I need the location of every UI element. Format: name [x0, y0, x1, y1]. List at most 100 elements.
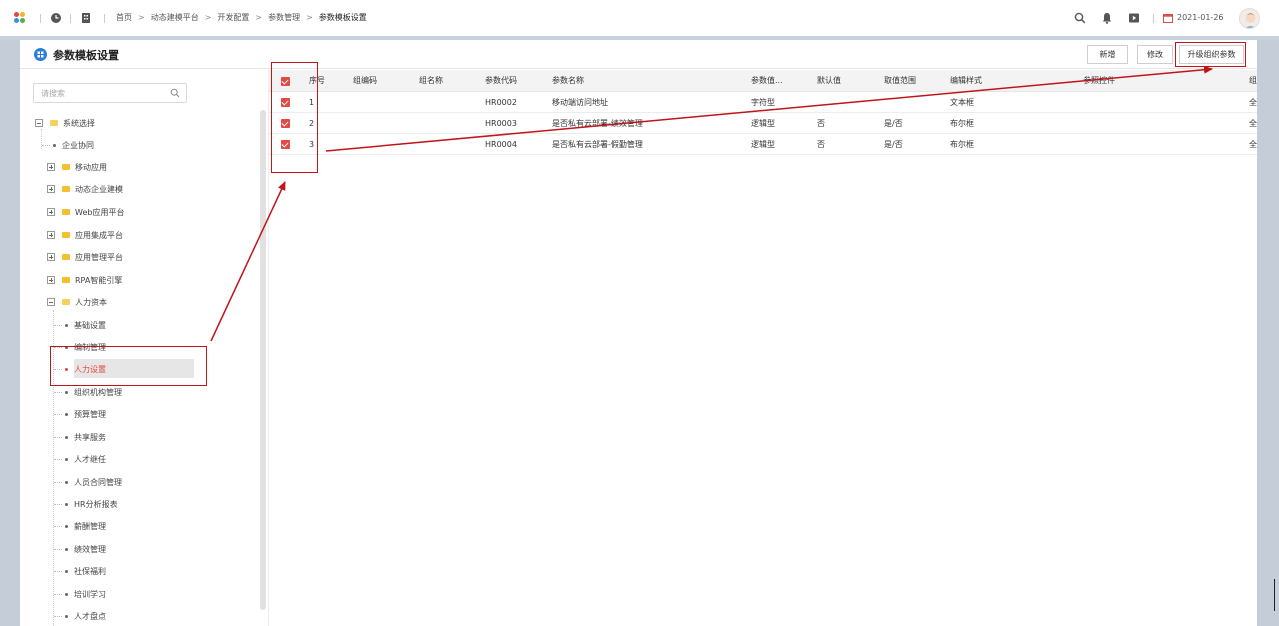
tree-node-integration-platform[interactable]: 应用集成平台 [47, 228, 123, 242]
expand-icon[interactable] [47, 185, 55, 193]
tree-node-management-platform[interactable]: 应用管理平台 [47, 250, 123, 264]
tree-node-mobile-app[interactable]: 移动应用 [47, 160, 107, 174]
tree-leaf[interactable]: 预算管理 [54, 407, 106, 421]
bell-icon[interactable] [1101, 12, 1113, 24]
cell-range: 是/否 [884, 140, 903, 149]
folder-icon [62, 186, 70, 192]
annotation-box-tree-selection [50, 346, 207, 386]
folder-icon [62, 164, 70, 170]
tree-node-label: HR分析报表 [74, 499, 118, 509]
tree-leaf[interactable]: HR分析报表 [54, 497, 118, 511]
breadcrumb: 首页 > 动态建模平台 > 开发配置 > 参数管理 > 参数模板设置 [116, 12, 367, 23]
table-row[interactable]: 2 HR0003 是否私有云部署-绩效管理 逻辑型 否 是/否 布尔框 全 [269, 114, 1257, 134]
add-button[interactable]: 新增 [1087, 45, 1128, 64]
bullet-icon [65, 480, 68, 484]
frame-left-border [0, 40, 20, 626]
cell-group: 全 [1249, 140, 1257, 149]
edit-button[interactable]: 修改 [1137, 45, 1173, 64]
bullet-icon [65, 502, 68, 506]
tree-node-system-select[interactable]: 系统选择 [35, 116, 95, 130]
collapse-icon[interactable] [47, 298, 55, 306]
tree-search-input[interactable] [34, 84, 154, 102]
tree-connector [54, 391, 62, 393]
module-icon [34, 48, 47, 61]
app-logo-icon[interactable] [14, 12, 28, 24]
tree-connector [42, 144, 50, 146]
column-header[interactable]: 组编码 [353, 70, 377, 92]
column-header[interactable]: 参数值... [751, 70, 783, 92]
column-header[interactable]: 组 [1249, 70, 1257, 92]
tree-node-label: 培训学习 [74, 589, 106, 599]
tree-leaf[interactable]: 人员合同管理 [54, 475, 122, 489]
cell-default: 否 [817, 119, 825, 128]
expand-icon[interactable] [47, 276, 55, 284]
tree-leaf[interactable]: 组织机构管理 [54, 385, 122, 399]
column-header[interactable]: 组名称 [419, 70, 443, 92]
tree-node-label: 移动应用 [75, 162, 107, 172]
tree-leaf[interactable]: 绩效管理 [54, 542, 106, 556]
tree-connector [54, 324, 62, 326]
page-title: 参数模板设置 [53, 49, 119, 62]
cell-code: HR0004 [485, 140, 517, 149]
column-header[interactable]: 参照控件 [1083, 70, 1115, 92]
calendar-icon [1163, 14, 1173, 23]
tree-leaf[interactable]: 人才盘点 [54, 609, 106, 623]
cell-type: 逻辑型 [751, 119, 775, 128]
cell-style: 文本框 [950, 98, 974, 107]
divider [104, 14, 105, 23]
column-header[interactable]: 默认值 [817, 70, 841, 92]
tree-node-label: 人才盘点 [74, 611, 106, 621]
tree-scrollbar[interactable] [260, 110, 266, 610]
column-header[interactable]: 编辑样式 [950, 70, 982, 92]
tree-leaf[interactable]: 共享服务 [54, 430, 106, 444]
expand-icon[interactable] [47, 231, 55, 239]
expand-icon[interactable] [47, 163, 55, 171]
tree-leaf[interactable]: 人才继任 [54, 452, 106, 466]
tree-node-dynamic-modeling[interactable]: 动态企业建模 [47, 182, 123, 196]
expand-icon[interactable] [47, 208, 55, 216]
tree-node-rpa-engine[interactable]: RPA智能引擎 [47, 273, 122, 287]
tree-node-human-capital[interactable]: 人力资本 [47, 295, 107, 309]
expand-icon[interactable] [47, 253, 55, 261]
clock-icon[interactable] [50, 12, 62, 24]
tree-node-label: 系统选择 [63, 118, 95, 128]
tree-leaf[interactable]: 社保福利 [54, 564, 106, 578]
tree-connector [54, 615, 62, 617]
column-header[interactable]: 参数代码 [485, 70, 517, 92]
table-row[interactable]: 3 HR0004 是否私有云部署-假勤管理 逻辑型 否 是/否 布尔框 全 [269, 135, 1257, 155]
building-icon[interactable] [80, 12, 92, 24]
tree-connector [54, 525, 62, 527]
column-header[interactable]: 取值范围 [884, 70, 916, 92]
folder-icon [62, 232, 70, 238]
main-panel: 参数模板设置 新增 修改 升级组织参数 系统选择 企业协同 移动应用 动态企业建… [20, 40, 1257, 626]
collapse-icon[interactable] [35, 119, 43, 127]
cell-range: 是/否 [884, 119, 903, 128]
user-avatar[interactable] [1239, 8, 1260, 29]
breadcrumb-current: 参数模板设置 [318, 13, 367, 22]
tree-node-label: Web应用平台 [75, 207, 125, 217]
tree-leaf[interactable]: 薪酬管理 [54, 519, 106, 533]
tree-leaf[interactable]: 培训学习 [54, 587, 106, 601]
cell-type: 字符型 [751, 98, 775, 107]
top-bar: 首页 > 动态建模平台 > 开发配置 > 参数管理 > 参数模板设置 2021-… [0, 0, 1279, 36]
tree-node-label: 组织机构管理 [74, 387, 122, 397]
tree-node-web-platform[interactable]: Web应用平台 [47, 205, 124, 219]
frame-right-border [1257, 40, 1279, 626]
column-header[interactable]: 参数名称 [552, 70, 584, 92]
tree-leaf[interactable]: 基础设置 [54, 318, 106, 332]
search-icon[interactable] [170, 88, 180, 98]
tree-node-label: 薪酬管理 [74, 521, 106, 531]
bullet-icon [65, 457, 68, 461]
breadcrumb-modeling-platform[interactable]: 动态建模平台 [151, 12, 199, 23]
breadcrumb-home[interactable]: 首页 [116, 12, 132, 23]
search-icon[interactable] [1074, 12, 1086, 24]
tree-connector [54, 548, 62, 550]
bullet-icon [65, 435, 68, 439]
breadcrumb-dev-config[interactable]: 开发配置 [217, 12, 249, 23]
tree-connector [54, 593, 62, 595]
table-row[interactable]: 1 HR0002 移动端访问地址 字符型 文本框 全 [269, 93, 1257, 113]
breadcrumb-param-management[interactable]: 参数管理 [268, 12, 300, 23]
bullet-icon [65, 614, 68, 618]
tree-node-enterprise-collab[interactable]: 企业协同 [42, 138, 94, 152]
video-icon[interactable] [1128, 12, 1140, 24]
